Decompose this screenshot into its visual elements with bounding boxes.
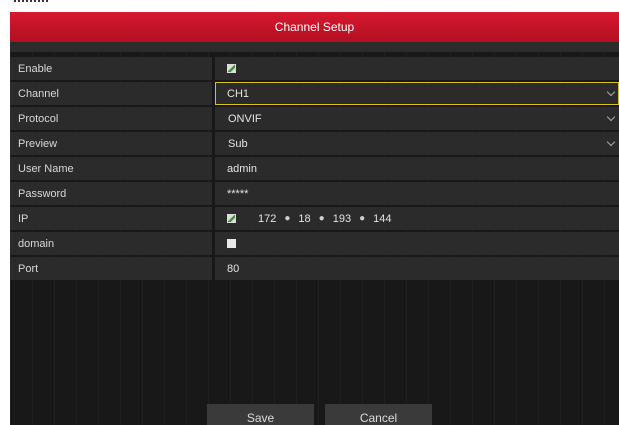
cancel-button[interactable]: Cancel [325, 404, 432, 425]
channel-value: CH1 [227, 87, 250, 100]
password-label: Password [10, 182, 212, 205]
ip-octet-2[interactable]: 18 [298, 213, 310, 225]
password-value: ***** [227, 187, 249, 200]
chevron-down-icon[interactable] [606, 137, 616, 146]
domain-checkbox[interactable] [227, 239, 236, 248]
username-label: User Name [10, 157, 212, 180]
domain-value [215, 232, 619, 255]
channel-select[interactable]: CH1 [215, 82, 619, 105]
channel-setup-dialog: Channel Setup Enable Channel CH1 Protoco… [10, 12, 619, 425]
password-field[interactable]: ***** [215, 182, 619, 205]
chevron-down-icon[interactable] [606, 112, 616, 121]
username-field[interactable]: admin [215, 157, 619, 180]
port-field[interactable]: 80 [215, 257, 619, 280]
title-separator [10, 42, 619, 52]
row-password: Password ***** [10, 182, 619, 205]
ip-value: 172 ● 18 ● 193 ● 144 [215, 207, 619, 230]
enable-value [215, 57, 619, 80]
dialog-body: Enable Channel CH1 Protocol ONVIF Previe… [10, 52, 619, 425]
ip-label: IP [10, 207, 212, 230]
row-domain: domain [10, 232, 619, 255]
enable-checkbox[interactable] [227, 64, 236, 73]
channel-label: Channel [10, 82, 212, 105]
ip-checkbox[interactable] [227, 214, 236, 223]
chevron-down-icon[interactable] [606, 87, 616, 96]
username-value: admin [227, 162, 257, 175]
ip-separator-icon: ● [318, 213, 325, 224]
ip-separator-icon: ● [284, 213, 291, 224]
ip-octet-1[interactable]: 172 [258, 213, 276, 225]
protocol-label: Protocol [10, 107, 212, 130]
row-ip: IP 172 ● 18 ● 193 ● 144 [10, 207, 619, 230]
save-button[interactable]: Save [207, 404, 314, 425]
preview-label: Preview [10, 132, 212, 155]
row-username: User Name admin [10, 157, 619, 180]
row-port: Port 80 [10, 257, 619, 280]
preview-select[interactable]: Sub [215, 132, 619, 155]
port-value: 80 [227, 262, 240, 275]
protocol-value: ONVIF [228, 112, 262, 125]
row-enable: Enable [10, 57, 619, 80]
row-channel: Channel CH1 [10, 82, 619, 105]
ip-octet-4[interactable]: 144 [373, 213, 391, 225]
protocol-select[interactable]: ONVIF [215, 107, 619, 130]
preview-value: Sub [228, 137, 248, 150]
row-preview: Preview Sub [10, 132, 619, 155]
top-decoration [14, 0, 48, 8]
port-label: Port [10, 257, 212, 280]
ip-address-field: 172 ● 18 ● 193 ● 144 [227, 213, 391, 225]
domain-label: domain [10, 232, 212, 255]
ip-octet-3[interactable]: 193 [333, 213, 351, 225]
enable-label: Enable [10, 57, 212, 80]
ip-separator-icon: ● [359, 213, 366, 224]
dialog-title: Channel Setup [10, 12, 619, 42]
row-protocol: Protocol ONVIF [10, 107, 619, 130]
